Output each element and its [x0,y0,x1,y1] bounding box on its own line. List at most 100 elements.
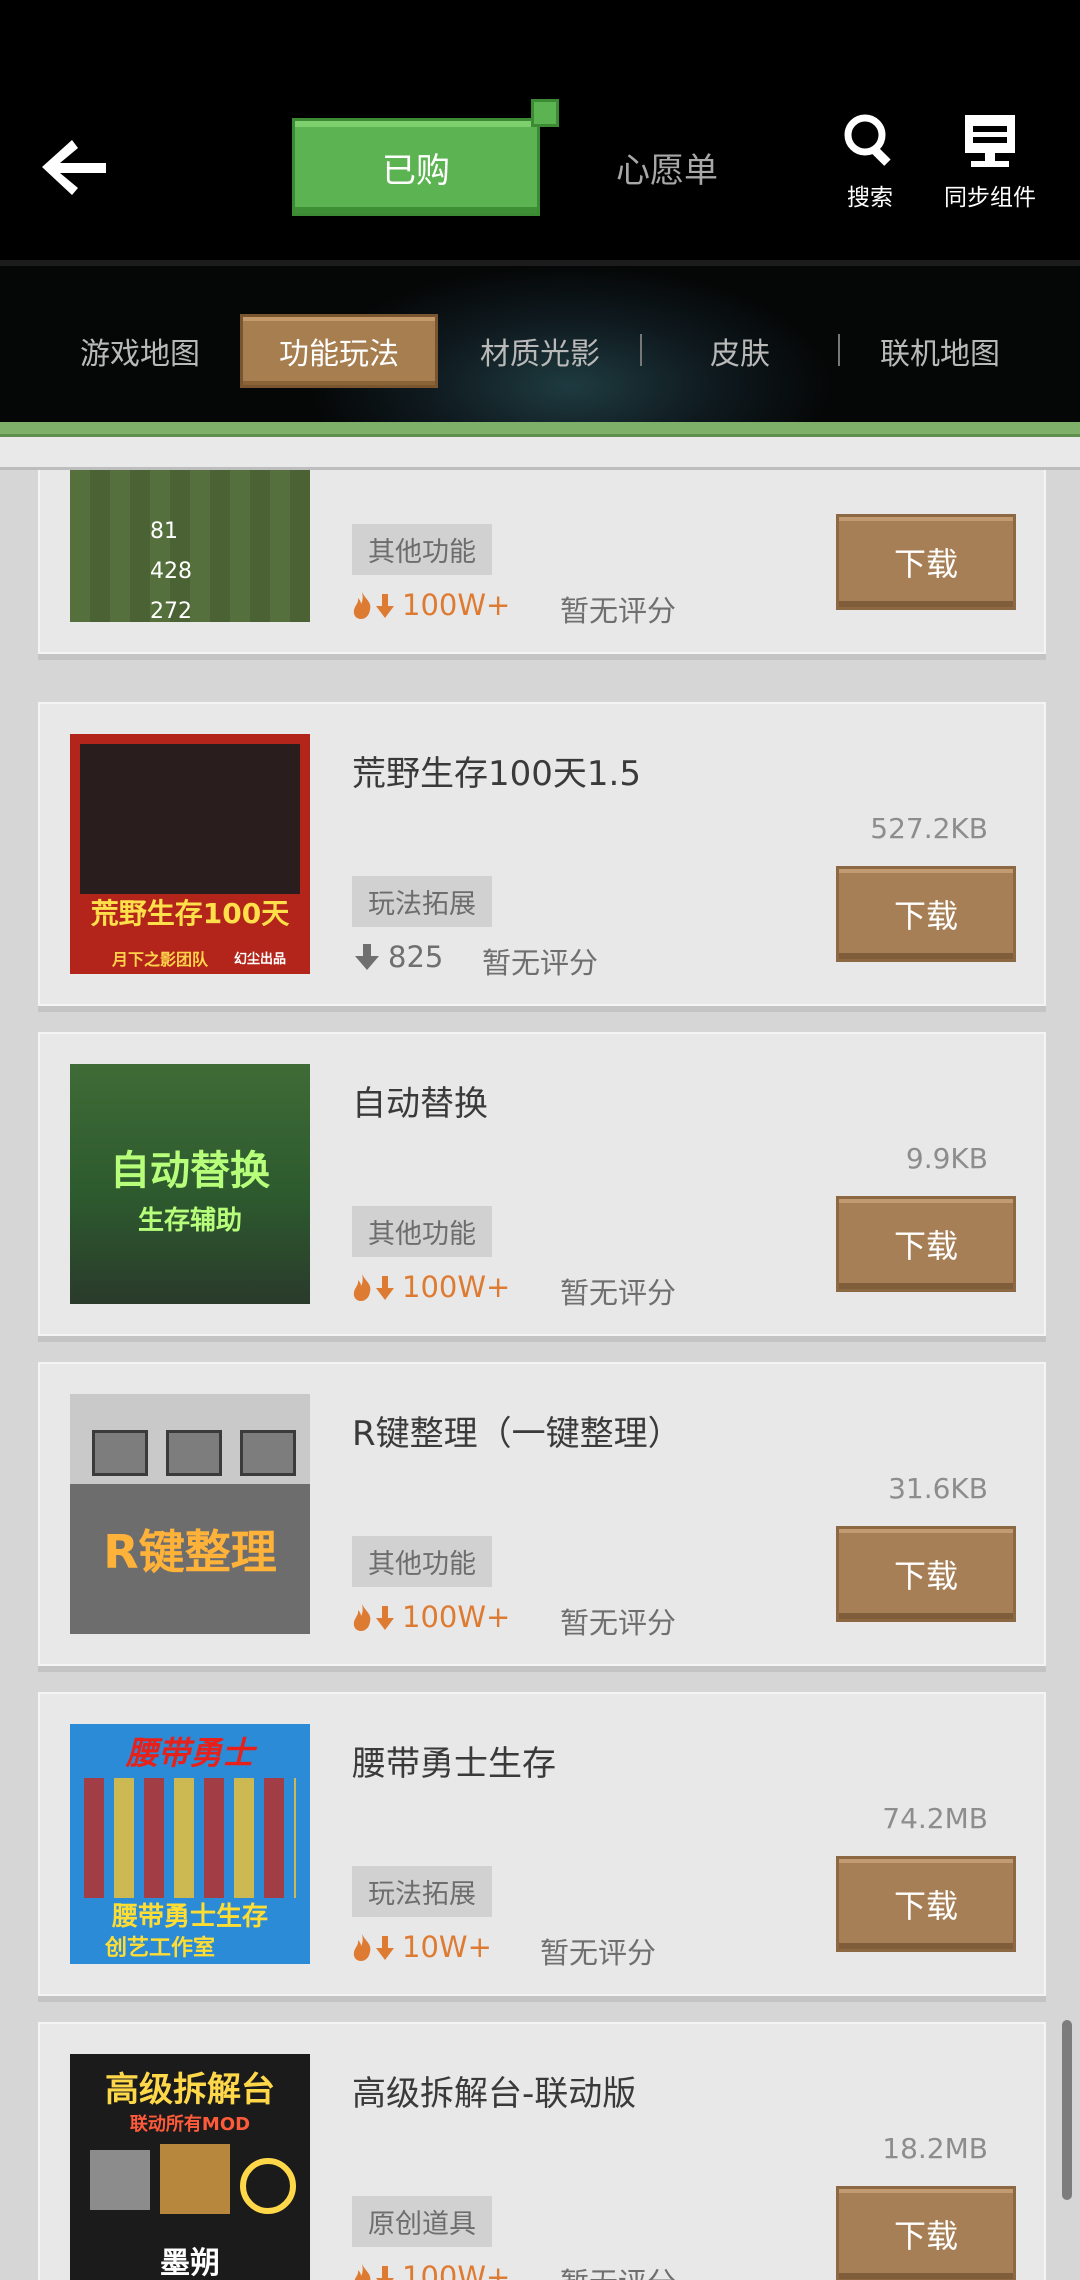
download-arrow-icon [355,944,379,970]
tab-wishlist-label: 心愿单 [616,150,718,191]
category-label: 游戏地图 [80,337,200,372]
thumb-text: 自动替换 [110,1148,270,1194]
thumb-text: 272 [150,599,192,622]
item-size: 527.2KB [870,812,988,845]
item-title: 荒野生存100天1.5 [352,754,641,794]
category-skins[interactable]: 皮肤 [650,314,830,388]
download-count: 100W+ [352,2260,510,2280]
item-title: 自动替换 [352,1084,488,1124]
rating-text: 暂无评分 [560,2260,676,2280]
hot-download-icon [353,1274,394,1301]
back-arrow-icon [42,140,106,195]
download-button[interactable]: 下载 [836,866,1016,962]
download-button[interactable]: 下载 [836,514,1016,610]
list-top-shelf [0,437,1080,470]
category-label: 联机地图 [880,337,1000,372]
divider [838,334,840,366]
thumb-text: 创艺工作室 [104,1936,215,1961]
download-button[interactable]: 下载 [836,2186,1016,2280]
download-count-value: 100W+ [402,1270,511,1304]
search-button[interactable]: 搜索 [810,110,930,212]
download-count: 100W+ [352,1270,510,1304]
thumb-text: 腰带勇士生存 [111,1902,268,1932]
item-thumbnail: 腰带勇士 腰带勇士生存 创艺工作室 [70,1724,310,1964]
item-thumbnail: 高级拆解台 联动所有MOD 墨朔 [70,2054,310,2280]
tab-purchased-label: 已购 [382,150,450,191]
top-bar: 已购 心愿单 搜索 同步组件 [0,0,1080,260]
item-size: 31.6KB [888,1472,988,1505]
item-title: 高级拆解台-联动版 [352,2074,637,2114]
download-button[interactable]: 下载 [836,1856,1016,1952]
item-size: 9.9KB [905,1142,988,1175]
download-count: 10W+ [352,1930,492,1964]
thumb-text: 生存辅助 [137,1206,242,1236]
download-count: 825 [352,940,443,974]
list-item[interactable]: 腰带勇士 腰带勇士生存 创艺工作室 腰带勇士生存 74.2MB 玩法拓展 10W… [38,1692,1046,1996]
category-bar: 游戏地图 功能玩法 材质光影 皮肤 联机地图 [0,260,1080,434]
download-count-value: 100W+ [402,1600,511,1634]
list-item[interactable]: 高级拆解台 联动所有MOD 墨朔 高级拆解台-联动版 18.2MB 原创道具 1… [38,2022,1046,2280]
category-functional-play[interactable]: 功能玩法 [240,314,438,388]
download-count-value: 100W+ [402,588,511,622]
thumb-text: 联动所有MOD [129,2114,251,2135]
category-label: 功能玩法 [279,337,399,372]
hot-download-icon [353,1604,394,1631]
rating-text: 暂无评分 [482,946,599,980]
thumb-text: R键整理 [103,1525,277,1579]
thumb-text: 高级拆解台 [105,2070,275,2110]
rating-text: 暂无评分 [560,1276,677,1310]
item-tag: 其他功能 [352,1536,492,1587]
download-count: 100W+ [352,588,510,622]
tab-purchased[interactable]: 已购 [292,99,559,216]
item-tag: 玩法拓展 [352,876,492,927]
item-thumbnail: 自动替换 生存辅助 [70,1064,310,1304]
download-count-value: 10W+ [402,1930,492,1964]
item-title: R键整理（一键整理） [352,1414,682,1454]
thumb-text: 幻尘出品 [233,952,286,967]
category-game-maps[interactable]: 游戏地图 [50,314,230,388]
list-item[interactable]: 荒野生存100天 月下之影团队 幻尘出品 荒野生存100天1.5 527.2KB… [38,702,1046,1006]
item-thumbnail: 81 428 272 [70,470,310,622]
header-border [0,422,1080,437]
thumb-text: 墨朔 [160,2246,220,2280]
divider [640,334,642,366]
item-tag: 原创道具 [352,2196,492,2247]
download-count-value: 100W+ [402,2260,511,2280]
list-item[interactable]: R键整理 R键整理（一键整理） 31.6KB 其他功能 100W+ 暂无评分 下… [38,1362,1046,1666]
download-button[interactable]: 下载 [836,1196,1016,1292]
list-item[interactable]: 自动替换 生存辅助 自动替换 9.9KB 其他功能 100W+ 暂无评分 下载 [38,1032,1046,1336]
rating-text: 暂无评分 [560,594,677,628]
sync-components-button[interactable]: 同步组件 [930,110,1050,212]
scrollbar[interactable] [1062,2020,1072,2200]
back-button[interactable] [36,132,112,202]
item-thumbnail: 荒野生存100天 月下之影团队 幻尘出品 [70,734,310,974]
sync-icon [965,115,1015,167]
rating-text: 暂无评分 [560,1606,677,1640]
item-tag: 其他功能 [352,1206,492,1257]
tab-wishlist[interactable]: 心愿单 [592,118,742,216]
item-tag: 玩法拓展 [352,1866,492,1917]
item-size: 74.2MB [882,1802,988,1835]
thumb-text: 81 [150,519,178,544]
category-multiplayer-maps[interactable]: 联机地图 [850,314,1030,388]
search-icon [844,114,891,166]
download-button[interactable]: 下载 [836,1526,1016,1622]
item-tag: 其他功能 [352,524,492,575]
item-size: 18.2MB [882,2132,988,2165]
rating-text: 暂无评分 [540,1936,657,1970]
download-count-value: 825 [388,940,444,974]
category-label: 皮肤 [710,337,770,372]
thumb-text: 腰带勇士 [125,1734,254,1772]
item-list[interactable]: 81 428 272 其他功能 100W+ 暂无评分 下载 荒野生存100天 月… [0,470,1080,2280]
search-label: 搜索 [847,185,893,211]
list-item[interactable]: 81 428 272 其他功能 100W+ 暂无评分 下载 [38,470,1046,654]
hot-download-icon [354,2264,394,2280]
thumb-text: 428 [150,559,192,584]
hot-download-icon [353,592,394,619]
tab-corner-decoration [531,99,559,127]
hot-download-icon [353,1934,394,1961]
category-label: 材质光影 [480,337,600,372]
category-textures-shaders[interactable]: 材质光影 [450,314,630,388]
item-title: 腰带勇士生存 [352,1744,556,1784]
sync-label: 同步组件 [944,185,1036,211]
